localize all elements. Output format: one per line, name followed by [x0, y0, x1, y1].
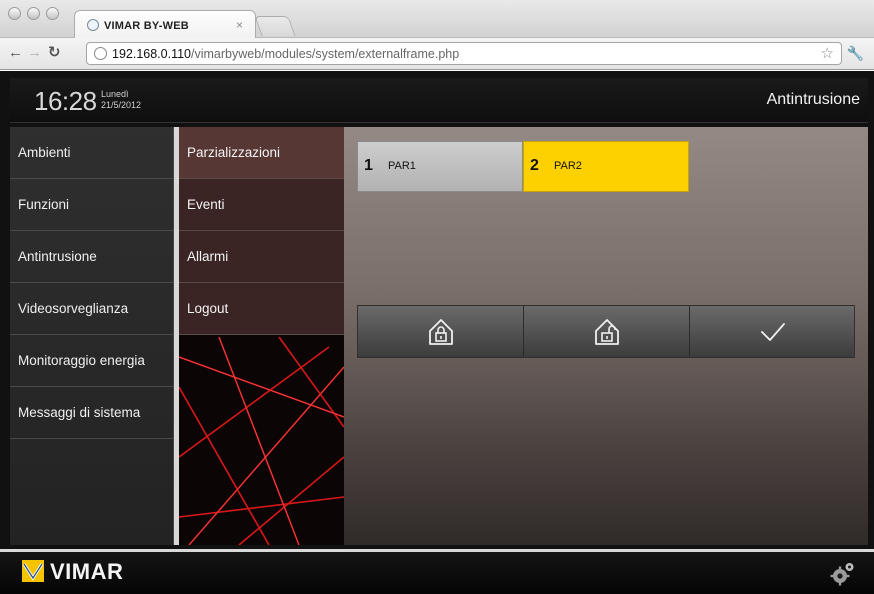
partition-name: PAR2	[554, 160, 582, 172]
vimar-app: 16:28 Lunedì 21/5/2012 Antintrusione Amb…	[0, 71, 874, 594]
url-host: 192.168.0.110	[112, 47, 192, 61]
forward-arrow-icon[interactable]: →	[27, 44, 42, 62]
partition-button-2[interactable]: 2 PAR2	[523, 141, 689, 192]
url-text: 192.168.0.110/vimarbyweb/modules/system/…	[112, 47, 459, 61]
menu-item-messaggi-di-sistema[interactable]: Messaggi di sistema	[10, 387, 173, 439]
partition-number: 2	[530, 157, 539, 174]
vimar-logo-icon	[22, 560, 44, 582]
browser-toolbar: ← → ↻ 192.168.0.110/vimarbyweb/modules/s…	[0, 38, 874, 70]
house-lock-open-icon	[594, 318, 619, 345]
disarm-button[interactable]	[524, 306, 690, 357]
main-content: Ambienti Funzioni Antintrusione Videosor…	[10, 127, 868, 545]
reload-icon[interactable]: ↻	[48, 44, 61, 62]
confirm-button[interactable]	[690, 306, 856, 357]
globe-icon	[94, 47, 107, 60]
main-menu: Ambienti Funzioni Antintrusione Videosor…	[10, 127, 174, 545]
checkmark-icon	[761, 322, 785, 341]
menu-item-ambienti[interactable]: Ambienti	[10, 127, 173, 179]
app-header: 16:28 Lunedì 21/5/2012 Antintrusione	[10, 78, 868, 123]
app-footer: VIMAR	[0, 549, 874, 594]
url-path: /vimarbyweb/modules/system/externalframe…	[191, 47, 460, 61]
menu-item-antintrusione[interactable]: Antintrusione	[10, 231, 173, 283]
partition-name: PAR1	[388, 160, 416, 172]
clock-time: 16:28	[34, 86, 97, 116]
arm-button[interactable]	[358, 306, 524, 357]
globe-icon	[87, 19, 99, 31]
tab-close-icon[interactable]: ×	[236, 18, 243, 32]
clock-day-name: Lunedì	[101, 89, 129, 99]
zoom-window-button[interactable]	[46, 7, 59, 20]
clock-date: Lunedì 21/5/2012	[101, 89, 141, 111]
browser-tab[interactable]: VIMAR BY-WEB ×	[74, 10, 256, 39]
address-bar[interactable]: 192.168.0.110/vimarbyweb/modules/system/…	[86, 42, 842, 65]
star-icon[interactable]: ☆	[821, 44, 834, 62]
action-bar	[357, 305, 855, 358]
partition-button-1[interactable]: 1 PAR1	[357, 141, 523, 192]
sub-menu-list: Parzializzazioni Eventi Allarmi Logout	[179, 127, 344, 335]
close-window-button[interactable]	[8, 7, 21, 20]
sub-item-allarmi[interactable]: Allarmi	[179, 231, 344, 283]
wrench-icon[interactable]: 🔧	[847, 45, 864, 62]
tab-title: VIMAR BY-WEB	[104, 20, 189, 32]
back-arrow-icon[interactable]: ←	[8, 44, 23, 62]
new-tab-button[interactable]	[254, 16, 296, 36]
section-title: Antintrusione	[766, 91, 860, 108]
gears-icon[interactable]	[830, 561, 856, 587]
menu-item-funzioni[interactable]: Funzioni	[10, 179, 173, 231]
menu-item-monitoraggio-energia[interactable]: Monitoraggio energia	[10, 335, 173, 387]
sub-item-logout[interactable]: Logout	[179, 283, 344, 335]
partition-panel: 1 PAR1 2 PAR2	[344, 127, 868, 545]
sub-menu: Parzializzazioni Eventi Allarmi Logout	[179, 127, 344, 545]
clock-date-value: 21/5/2012	[101, 100, 142, 110]
partition-number: 1	[364, 157, 373, 174]
brand-logo-text: VIMAR	[50, 559, 124, 584]
browser-tab-bar: VIMAR BY-WEB ×	[0, 0, 874, 39]
sub-item-eventi[interactable]: Eventi	[179, 179, 344, 231]
minimize-window-button[interactable]	[27, 7, 40, 20]
menu-item-videosorveglianza[interactable]: Videosorveglianza	[10, 283, 173, 335]
house-lock-closed-icon	[428, 318, 453, 345]
sub-item-parzializzazioni[interactable]: Parzializzazioni	[179, 127, 344, 179]
